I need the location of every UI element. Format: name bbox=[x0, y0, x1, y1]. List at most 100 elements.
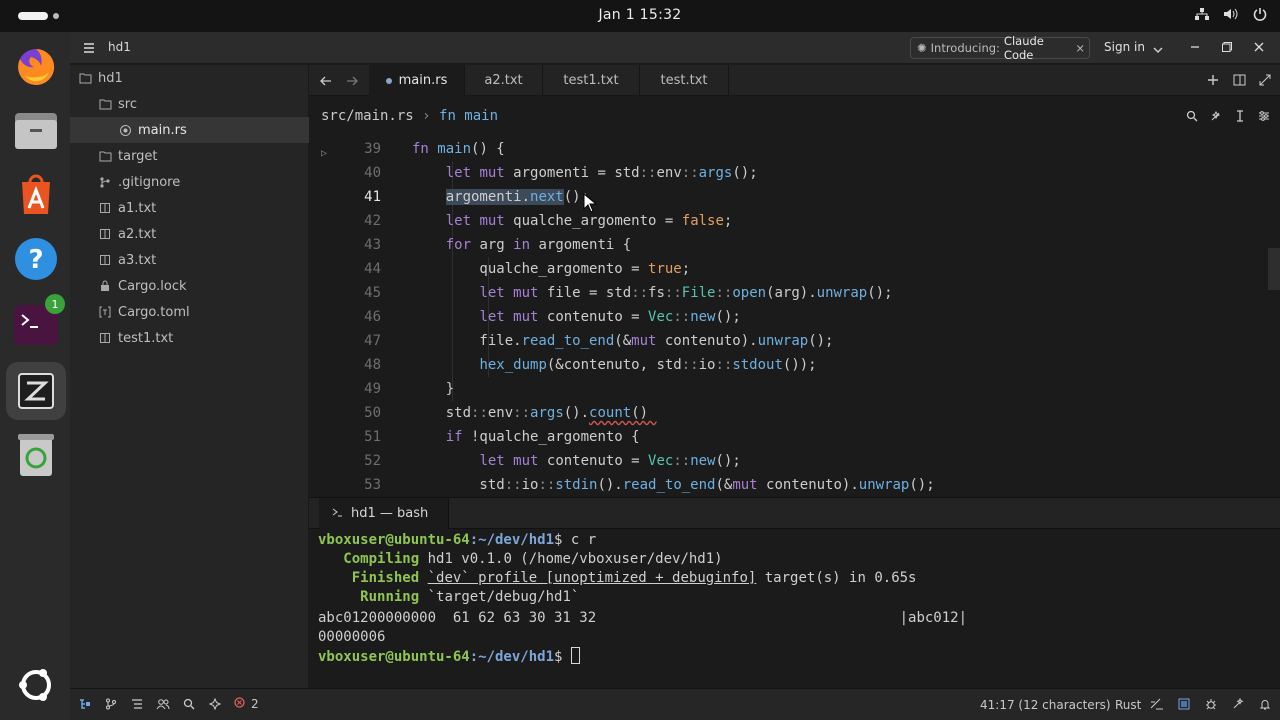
terminal-line: 00000006 bbox=[318, 629, 386, 645]
tree-item-main-rs[interactable]: main.rs bbox=[70, 117, 309, 143]
split-pane-icon[interactable] bbox=[1232, 72, 1246, 88]
expand-icon[interactable] bbox=[1258, 72, 1272, 88]
folder-open-icon bbox=[78, 71, 92, 85]
tree-item-a3[interactable]: a3.txt bbox=[70, 247, 309, 273]
network-icon[interactable] bbox=[1194, 6, 1210, 22]
text-cursor-icon[interactable] bbox=[1234, 109, 1246, 123]
tree-item-label: .gitignore bbox=[118, 174, 181, 190]
tree-item-cargo-lock[interactable]: Cargo.lock bbox=[70, 273, 309, 299]
code-line: 45 let mut file = std::fs::File::open(ar… bbox=[309, 281, 1269, 305]
code-line: 47 file.read_to_end(&mut contenuto).unwr… bbox=[309, 329, 1269, 353]
trash-icon[interactable] bbox=[13, 432, 59, 478]
sign-in-button[interactable]: Sign in bbox=[1104, 40, 1145, 54]
hamburger-menu-icon[interactable] bbox=[82, 40, 98, 56]
vim-mode-icon[interactable] bbox=[1177, 697, 1191, 711]
firefox-icon[interactable] bbox=[13, 44, 59, 90]
tree-item-a1[interactable]: a1.txt bbox=[70, 195, 309, 221]
tree-item-label: test1.txt bbox=[118, 330, 174, 346]
inline-completion-icon[interactable] bbox=[1150, 697, 1164, 711]
code-line: 43 for arg in argomenti { bbox=[309, 233, 1269, 257]
volume-icon[interactable] bbox=[1223, 6, 1239, 22]
terminal-line: Compiling hd1 v0.1.0 (/home/vboxuser/dev… bbox=[343, 551, 723, 567]
assistant-icon[interactable] bbox=[208, 697, 222, 711]
notification-bell-icon[interactable] bbox=[1258, 697, 1272, 711]
code-editor[interactable]: ▷ 39 fn main() { 40 let mut argomenti = … bbox=[309, 137, 1280, 497]
error-icon bbox=[234, 697, 245, 711]
diagnostics-button[interactable]: 2 bbox=[234, 697, 259, 711]
ai-sparkle-icon[interactable] bbox=[1231, 697, 1245, 711]
tab-test-txt[interactable]: test.txt bbox=[640, 65, 729, 96]
breadcrumb: src/main.rs › fn main bbox=[309, 97, 1280, 137]
collab-icon[interactable] bbox=[156, 697, 170, 711]
code-line: 44 qualche_argomento = true; bbox=[309, 257, 1269, 281]
files-icon[interactable] bbox=[13, 108, 59, 154]
line-number: 43 bbox=[364, 237, 381, 253]
line-number: 49 bbox=[364, 381, 381, 397]
zed-editor-icon[interactable] bbox=[13, 368, 59, 414]
terminal[interactable]: vboxuser@ubuntu-64:~/dev/hd1$ c r Compil… bbox=[309, 529, 1280, 688]
line-number: 45 bbox=[364, 285, 381, 301]
line-number: 40 bbox=[364, 165, 381, 181]
rust-file-icon bbox=[118, 123, 132, 137]
clock[interactable]: Jan 1 15:32 bbox=[0, 7, 1280, 23]
project-name[interactable]: hd1 bbox=[108, 40, 131, 54]
terminal-line: vboxuser@ubuntu-64:~/dev/hd1$ bbox=[318, 647, 580, 666]
breadcrumb-separator: › bbox=[413, 108, 440, 124]
tree-item-src[interactable]: src bbox=[70, 91, 309, 117]
code-line: 46 let mut contenuto = Vec::new(); bbox=[309, 305, 1269, 329]
code-line: 50 std::env::args().count() bbox=[309, 401, 1269, 425]
claude-code-banner[interactable]: ✺ Introducing: Claude Code × bbox=[910, 34, 1090, 62]
language-selector[interactable]: Rust bbox=[1115, 698, 1141, 712]
window-close-icon[interactable] bbox=[1252, 40, 1266, 54]
tree-item-gitignore[interactable]: .gitignore bbox=[70, 169, 309, 195]
minimize-icon[interactable] bbox=[1188, 40, 1202, 54]
svg-text:?: ? bbox=[28, 245, 43, 275]
help-icon[interactable]: ? bbox=[13, 236, 59, 282]
tab-bar: main.rs a2.txt test1.txt test.txt bbox=[309, 65, 1280, 96]
tab-main-rs[interactable]: main.rs bbox=[369, 65, 465, 96]
forward-arrow-icon[interactable] bbox=[345, 73, 359, 87]
plus-icon[interactable] bbox=[1206, 72, 1220, 88]
tab-a2-txt[interactable]: a2.txt bbox=[465, 65, 543, 96]
system-top-bar: Jan 1 15:32 bbox=[0, 0, 1280, 32]
git-branch-icon[interactable] bbox=[104, 697, 118, 711]
breadcrumb-path[interactable]: src/main.rs bbox=[321, 108, 414, 124]
assistant-icon[interactable] bbox=[1210, 109, 1222, 123]
chevron-down-icon[interactable] bbox=[1152, 41, 1164, 60]
terminal-icon[interactable]: 1 bbox=[13, 294, 65, 348]
tree-item-label: main.rs bbox=[138, 122, 187, 138]
tab-label: main.rs bbox=[398, 73, 448, 88]
settings-sliders-icon[interactable] bbox=[1258, 109, 1270, 123]
search-icon[interactable] bbox=[182, 697, 196, 711]
mouse-pointer-icon bbox=[583, 193, 597, 213]
back-arrow-icon[interactable] bbox=[319, 73, 333, 87]
debug-bug-icon[interactable] bbox=[1204, 697, 1218, 711]
editor-scrollbar[interactable] bbox=[1268, 248, 1280, 290]
search-icon[interactable] bbox=[1186, 109, 1198, 123]
folder-open-icon bbox=[98, 97, 112, 111]
code-line: 49 } bbox=[309, 377, 1269, 401]
cursor-position[interactable]: 41:17 (12 characters) bbox=[980, 698, 1111, 712]
terminal-tab[interactable]: hd1 — bash bbox=[319, 498, 449, 529]
project-panel-icon[interactable] bbox=[78, 697, 92, 711]
terminal-line: vboxuser@ubuntu-64:~/dev/hd1$ c r bbox=[318, 532, 597, 548]
app-center-icon[interactable] bbox=[13, 172, 59, 218]
breadcrumb-symbol[interactable]: fn main bbox=[439, 108, 498, 124]
line-number: 42 bbox=[364, 213, 381, 229]
tree-item-cargo-toml[interactable]: Cargo.toml bbox=[70, 299, 309, 325]
tree-item-a2[interactable]: a2.txt bbox=[70, 221, 309, 247]
project-panel: hd1 src main.rs target .gitignore a1.txt… bbox=[70, 65, 309, 688]
close-icon[interactable]: × bbox=[1075, 41, 1089, 55]
tree-item-target[interactable]: target bbox=[70, 143, 309, 169]
show-apps-icon[interactable] bbox=[13, 662, 59, 708]
code-line: 51 if !qualche_argomento { bbox=[309, 425, 1269, 449]
maximize-icon[interactable] bbox=[1220, 40, 1234, 54]
line-number: 52 bbox=[364, 453, 381, 469]
intro-product: Claude Code bbox=[1003, 34, 1044, 62]
tree-item-test1[interactable]: test1.txt bbox=[70, 325, 309, 351]
tree-item-hd1[interactable]: hd1 bbox=[70, 65, 309, 91]
power-icon[interactable] bbox=[1252, 6, 1268, 22]
line-number: 50 bbox=[364, 405, 381, 421]
outline-icon[interactable] bbox=[130, 697, 144, 711]
tab-test1-txt[interactable]: test1.txt bbox=[543, 65, 640, 96]
